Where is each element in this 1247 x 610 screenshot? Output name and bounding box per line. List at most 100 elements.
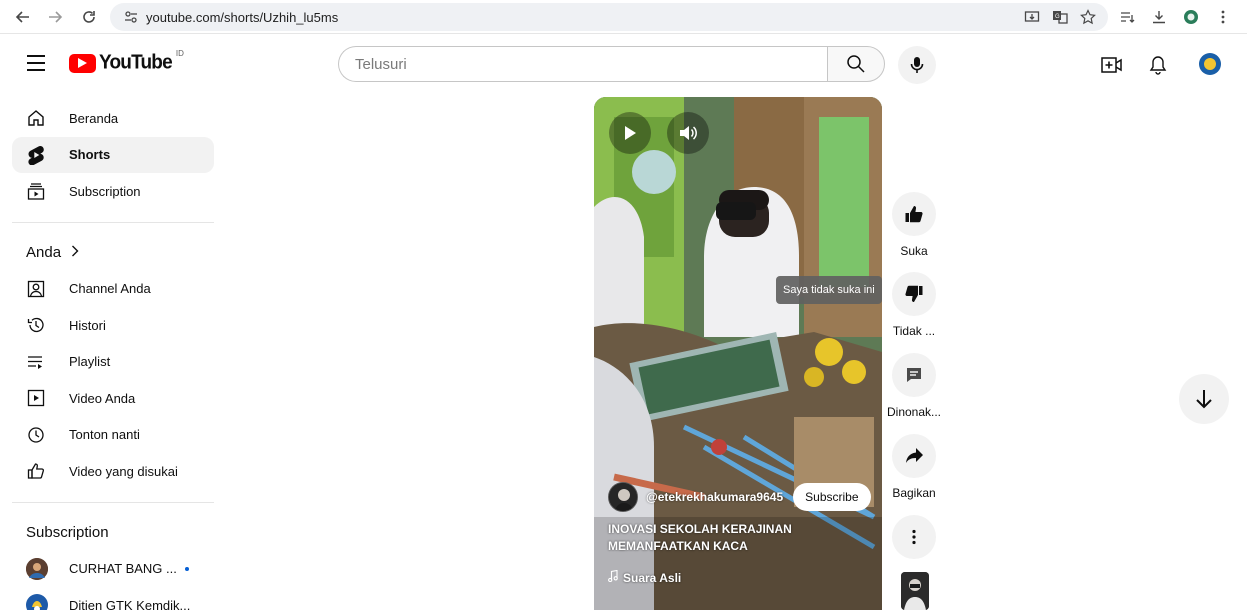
create-video-icon xyxy=(1101,57,1122,73)
address-bar[interactable]: youtube.com/shorts/Uzhih_lu5ms G xyxy=(110,3,1108,31)
sidebar-item-label: Channel Anda xyxy=(69,281,151,297)
profile-avatar-icon[interactable] xyxy=(1181,6,1201,28)
thumbs-up-icon xyxy=(905,206,923,223)
subscribe-button[interactable]: Subscribe xyxy=(793,483,871,511)
sidebar-item-label: Shorts xyxy=(69,147,111,163)
bell-icon xyxy=(1149,56,1167,75)
comments-label: Dinonak... xyxy=(886,405,942,419)
sidebar-item-shorts[interactable]: Shorts xyxy=(12,136,214,173)
youtube-logo[interactable]: YouTube ID xyxy=(69,49,184,75)
chevron-right-icon xyxy=(71,245,79,260)
like-button[interactable] xyxy=(892,192,936,236)
downloads-icon[interactable] xyxy=(1149,6,1169,28)
share-action: Bagikan xyxy=(882,434,946,500)
share-button[interactable] xyxy=(892,434,936,478)
sidebar-item-label: Ditjen GTK Kemdik... xyxy=(69,597,191,610)
like-action: Suka xyxy=(882,192,946,258)
play-button[interactable] xyxy=(609,112,651,154)
dislike-label: Tidak ... xyxy=(892,324,936,338)
channel-info: @etekrekhakumara9645 Subscribe xyxy=(608,482,871,512)
dislike-button[interactable] xyxy=(892,272,936,316)
like-label: Suka xyxy=(900,244,928,258)
more-options-button[interactable] xyxy=(892,515,936,559)
sound-name: Suara Asli xyxy=(623,570,682,585)
liked-videos-icon xyxy=(26,461,46,481)
channel-avatar[interactable] xyxy=(608,482,638,512)
account-avatar[interactable] xyxy=(1199,53,1221,75)
channel-name[interactable]: @etekrekhakumara9645 xyxy=(646,490,783,504)
music-note-icon xyxy=(608,569,618,585)
you-section-heading[interactable]: Anda xyxy=(12,235,214,271)
subscriptions-heading-label: Subscription xyxy=(26,524,109,541)
install-app-icon[interactable] xyxy=(1022,7,1042,27)
sidebar-item-your-channel[interactable]: Channel Anda xyxy=(12,271,214,308)
sidebar-divider xyxy=(12,221,214,223)
your-channel-icon xyxy=(26,279,46,299)
sidebar-divider xyxy=(12,501,214,503)
search-icon xyxy=(847,55,865,73)
video-title-line: MEMANFAATKAN KACA xyxy=(608,539,748,553)
sidebar-item-subscriptions[interactable]: Subscription xyxy=(12,173,214,210)
comments-action: Dinonak... xyxy=(882,353,946,419)
channel-avatar xyxy=(26,557,48,580)
sidebar-item-label: Video Anda xyxy=(69,390,136,406)
sidebar-item-history[interactable]: Histori xyxy=(12,307,214,344)
thumbs-down-icon xyxy=(905,285,923,302)
create-button[interactable] xyxy=(1100,53,1124,77)
watch-later-icon xyxy=(26,425,46,445)
sidebar-item-label: Playlist xyxy=(69,354,111,370)
history-icon xyxy=(26,315,46,335)
search-box[interactable] xyxy=(338,46,827,82)
sidebar-subscription-channel[interactable]: CURHAT BANG ... xyxy=(12,551,214,588)
sidebar-item-playlist[interactable]: Playlist xyxy=(12,344,214,381)
channel-avatar xyxy=(26,594,48,610)
arrow-down-icon xyxy=(1196,390,1212,409)
video-title-line: INOVASI SEKOLAH KERAJINAN xyxy=(608,522,792,536)
notifications-button[interactable] xyxy=(1146,53,1170,77)
logo-text: YouTube xyxy=(99,51,173,74)
search-input[interactable] xyxy=(355,55,827,73)
bookmark-star-icon[interactable] xyxy=(1078,7,1098,27)
sidebar-item-home[interactable]: Beranda xyxy=(12,100,214,137)
site-settings-icon[interactable] xyxy=(120,6,142,28)
comment-icon xyxy=(907,368,921,382)
dislike-action: Tidak ... xyxy=(882,272,946,338)
sidebar-item-label: Tonton nanti xyxy=(69,427,140,443)
sidebar-item-label: CURHAT BANG ... xyxy=(69,561,177,577)
share-label: Bagikan xyxy=(892,486,936,500)
volume-button[interactable] xyxy=(667,112,709,154)
reading-list-icon[interactable] xyxy=(1117,6,1137,28)
sidebar-item-your-videos[interactable]: Video Anda xyxy=(12,380,214,417)
sidebar-item-watch-later[interactable]: Tonton nanti xyxy=(12,417,214,454)
url-text: youtube.com/shorts/Uzhih_lu5ms xyxy=(146,9,339,25)
more-vertical-icon xyxy=(912,529,916,545)
sidebar-item-label: Histori xyxy=(69,317,106,333)
sidebar-subscription-channel[interactable]: Ditjen GTK Kemdik... xyxy=(12,587,214,610)
home-icon xyxy=(26,108,46,128)
playlist-icon xyxy=(26,352,46,372)
back-arrow-icon[interactable] xyxy=(12,6,34,28)
search-button[interactable] xyxy=(827,46,885,82)
shorts-video-player[interactable]: @etekrekhakumara9645 Subscribe INOVASI S… xyxy=(594,97,882,610)
next-short-thumbnail[interactable] xyxy=(901,572,929,610)
browser-menu-icon[interactable] xyxy=(1213,6,1233,28)
browser-toolbar: youtube.com/shorts/Uzhih_lu5ms G xyxy=(0,0,1247,34)
next-video-button[interactable] xyxy=(1179,374,1229,424)
shorts-icon xyxy=(26,145,46,165)
video-title[interactable]: INOVASI SEKOLAH KERAJINAN MEMANFAATKAN K… xyxy=(608,521,828,555)
guide-sidebar: Beranda Shorts Subscription Anda Channel… xyxy=(12,100,214,610)
forward-arrow-icon[interactable] xyxy=(44,6,66,28)
comments-button[interactable] xyxy=(892,353,936,397)
new-content-indicator xyxy=(184,566,189,571)
sound-link[interactable]: Suara Asli xyxy=(608,569,682,585)
play-icon xyxy=(625,126,636,140)
reload-icon[interactable] xyxy=(78,6,100,28)
subscriptions-icon xyxy=(26,181,46,201)
microphone-icon xyxy=(910,57,924,73)
search-bar xyxy=(338,46,885,82)
sidebar-item-liked-videos[interactable]: Video yang disukai xyxy=(12,453,214,490)
youtube-play-logo-icon xyxy=(69,53,96,73)
voice-search-button[interactable] xyxy=(898,46,936,84)
translate-icon[interactable]: G xyxy=(1050,7,1070,27)
guide-menu-icon[interactable] xyxy=(27,55,45,71)
